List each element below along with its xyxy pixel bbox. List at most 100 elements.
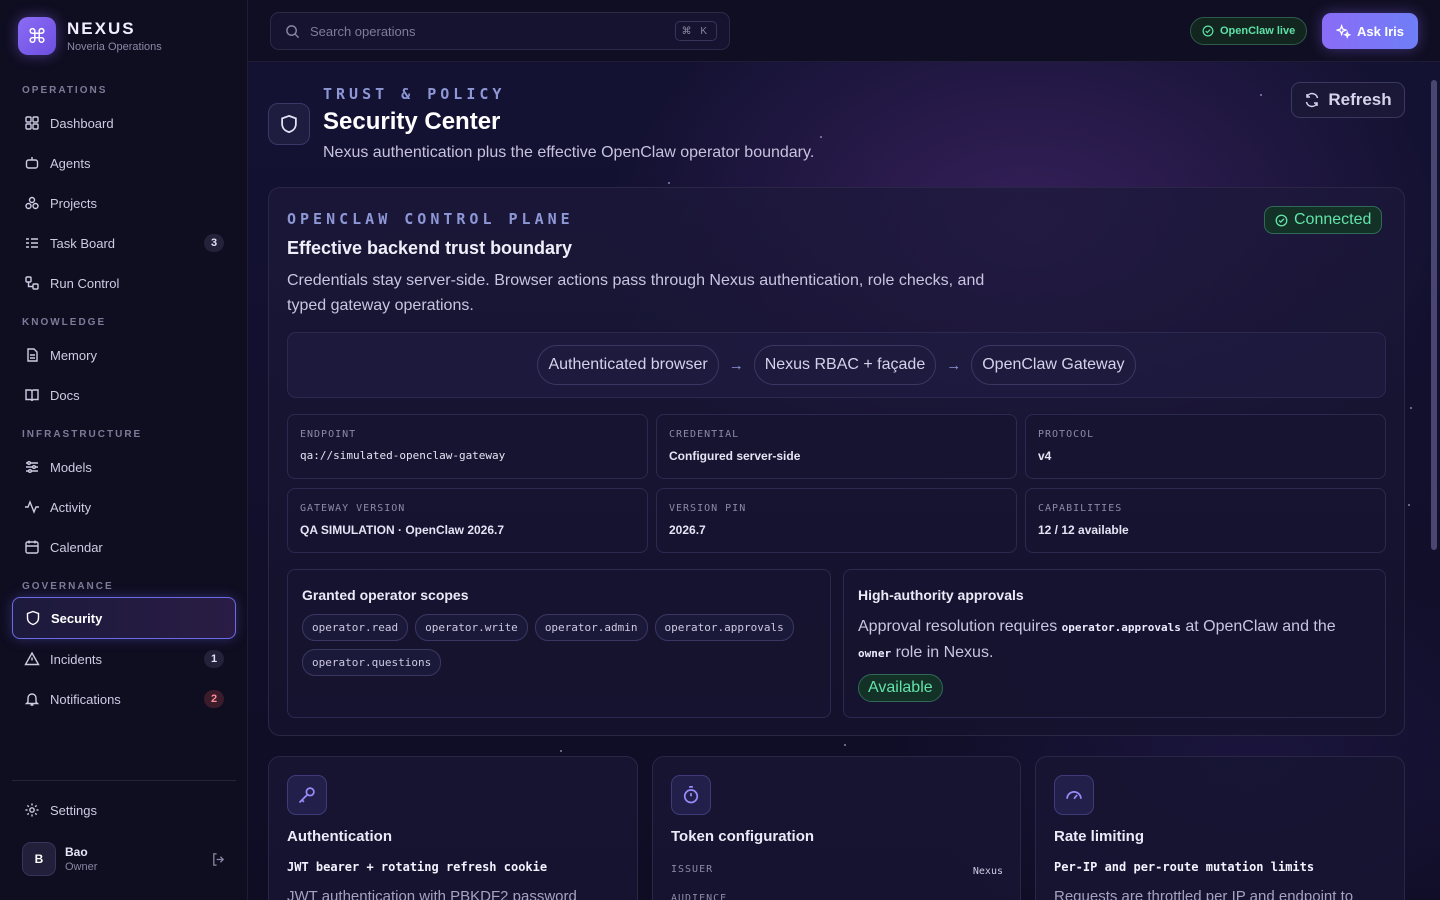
brand-subtitle: Noveria Operations (67, 41, 162, 53)
stat-version-pin: VERSION PIN 2026.7 (656, 488, 1017, 553)
task-count-badge: 3 (204, 234, 224, 252)
stat-credential: CREDENTIAL Configured server-side (656, 414, 1017, 479)
operator-scopes-panel: Granted operator scopes operator.read op… (287, 569, 831, 718)
user-role: Owner (65, 861, 98, 873)
sidebar-item-settings[interactable]: Settings (12, 792, 236, 828)
shield-icon (268, 103, 310, 145)
brand-name: NEXUS (67, 19, 136, 38)
check-circle-icon (1275, 214, 1288, 226)
sliders-icon (26, 461, 38, 473)
sidebar-item-label: Settings (50, 802, 97, 818)
search-box[interactable]: ⌘ K (270, 12, 730, 50)
stat-label: CAPABILITIES (1038, 503, 1123, 514)
feature-description: Requests are throttled per IP and endpoi… (1054, 888, 1354, 900)
feature-title: Token configuration (671, 828, 815, 845)
scope-chip: operator.approvals (654, 614, 794, 641)
search-shortcut: ⌘ K (674, 21, 717, 41)
sidebar: ⌘ NEXUS Noveria Operations OPERATIONS Da… (0, 0, 248, 900)
scrollbar[interactable] (1431, 80, 1437, 550)
topbar: ⌘ K OpenClaw live Ask Iris (248, 0, 1440, 62)
nav-section-operations: OPERATIONS (22, 85, 108, 96)
token-issuer-row: ISSUER Nexus (671, 864, 1003, 877)
sidebar-item-memory[interactable]: Memory (12, 337, 236, 373)
sidebar-item-label: Incidents (50, 651, 103, 667)
sidebar-item-projects[interactable]: Projects (12, 185, 236, 221)
control-plane-card: OPENCLAW CONTROL PLANE Effective backend… (268, 187, 1405, 736)
sidebar-item-label: Task Board (50, 235, 116, 251)
calendar-icon (25, 540, 39, 554)
stat-protocol: PROTOCOL v4 (1025, 414, 1386, 479)
sidebar-item-label: Security (51, 610, 103, 626)
arrow-right-icon: → (946, 356, 962, 374)
sidebar-item-docs[interactable]: Docs (12, 377, 236, 413)
token-audience-row: AUDIENCE (671, 893, 1003, 900)
sidebar-item-task-board[interactable]: Task Board 3 (12, 225, 236, 261)
page-subtitle: Nexus authentication plus the effective … (323, 144, 815, 161)
card-eyebrow: OPENCLAW CONTROL PLANE (287, 210, 574, 228)
notification-count-badge: 2 (204, 690, 224, 708)
stat-label: VERSION PIN (669, 503, 747, 514)
scope-list: operator.read operator.write operator.ad… (302, 614, 802, 684)
main-content: TRUST & POLICY Security Center Nexus aut… (248, 62, 1440, 900)
trust-flow: Authenticated browser → Nexus RBAC + faç… (287, 332, 1386, 398)
stat-value: 12 / 12 available (1038, 523, 1129, 537)
refresh-label: Refresh (1328, 90, 1392, 109)
sidebar-item-label: Dashboard (50, 115, 114, 131)
scope-chip: operator.read (302, 614, 409, 641)
sidebar-item-dashboard[interactable]: Dashboard (12, 105, 236, 141)
rate-limiting-card: Rate limiting Per-IP and per-route mutat… (1035, 756, 1405, 900)
approvals-status-badge: Available (858, 674, 943, 702)
token-configuration-card: Token configuration ISSUER Nexus AUDIENC… (652, 756, 1021, 900)
sidebar-item-label: Models (50, 459, 92, 475)
openclaw-live-status[interactable]: OpenClaw live (1190, 17, 1308, 45)
stat-value: QA SIMULATION · OpenClaw 2026.7 (300, 523, 505, 537)
kv-key: ISSUER (671, 864, 714, 875)
sidebar-item-agents[interactable]: Agents (12, 145, 236, 181)
sidebar-item-incidents[interactable]: Incidents 1 (12, 641, 236, 677)
stat-gateway-version: GATEWAY VERSION QA SIMULATION · OpenClaw… (287, 488, 648, 553)
flow-step-browser: Authenticated browser (537, 345, 719, 385)
connection-status-label: Connected (1294, 211, 1372, 228)
card-title: Effective backend trust boundary (287, 238, 573, 258)
sidebar-item-notifications[interactable]: Notifications 2 (12, 681, 236, 717)
stat-endpoint: ENDPOINT qa://simulated-openclaw-gateway (287, 414, 648, 479)
file-icon (27, 348, 38, 362)
command-icon: ⌘ (18, 17, 56, 55)
stat-label: PROTOCOL (1038, 429, 1095, 440)
alert-icon (24, 651, 40, 666)
sidebar-item-models[interactable]: Models (12, 449, 236, 485)
feature-subtitle: JWT bearer + rotating refresh cookie (287, 860, 548, 874)
nav-section-infrastructure: INFRASTRUCTURE (22, 429, 143, 440)
book-icon (25, 389, 39, 402)
sidebar-item-label: Agents (50, 155, 91, 171)
nav-section-knowledge: KNOWLEDGE (22, 317, 107, 328)
sidebar-item-security[interactable]: Security (12, 597, 236, 639)
grid-icon (25, 116, 39, 130)
boxes-icon (25, 196, 39, 210)
sidebar-item-label: Activity (50, 499, 92, 515)
refresh-button[interactable]: Refresh (1291, 82, 1405, 118)
search-input[interactable] (310, 23, 650, 39)
brand[interactable]: ⌘ NEXUS Noveria Operations (18, 17, 162, 55)
nav-section-governance: GOVERNANCE (22, 581, 114, 592)
sidebar-item-label: Memory (50, 347, 97, 363)
scopes-title: Granted operator scopes (302, 587, 469, 603)
kv-key: AUDIENCE (671, 893, 728, 900)
sidebar-item-label: Calendar (50, 539, 103, 555)
logout-icon[interactable] (211, 852, 226, 867)
kv-value: Nexus (972, 866, 1003, 877)
stat-label: GATEWAY VERSION (300, 503, 406, 514)
bell-icon (24, 693, 40, 706)
card-description: Credentials stay server-side. Browser ac… (287, 272, 985, 314)
sidebar-item-run-control[interactable]: Run Control (12, 265, 236, 301)
user-profile[interactable]: B Bao Owner (22, 842, 226, 876)
sidebar-item-calendar[interactable]: Calendar (12, 529, 236, 565)
shield-icon (26, 610, 40, 626)
stat-value: v4 (1038, 449, 1052, 463)
ask-iris-label: Ask Iris (1357, 23, 1404, 39)
sparkles-icon (1336, 23, 1351, 39)
sidebar-item-activity[interactable]: Activity (12, 489, 236, 525)
ask-iris-button[interactable]: Ask Iris (1322, 13, 1418, 49)
connection-status-badge: Connected (1264, 206, 1383, 234)
gear-icon (25, 803, 39, 817)
